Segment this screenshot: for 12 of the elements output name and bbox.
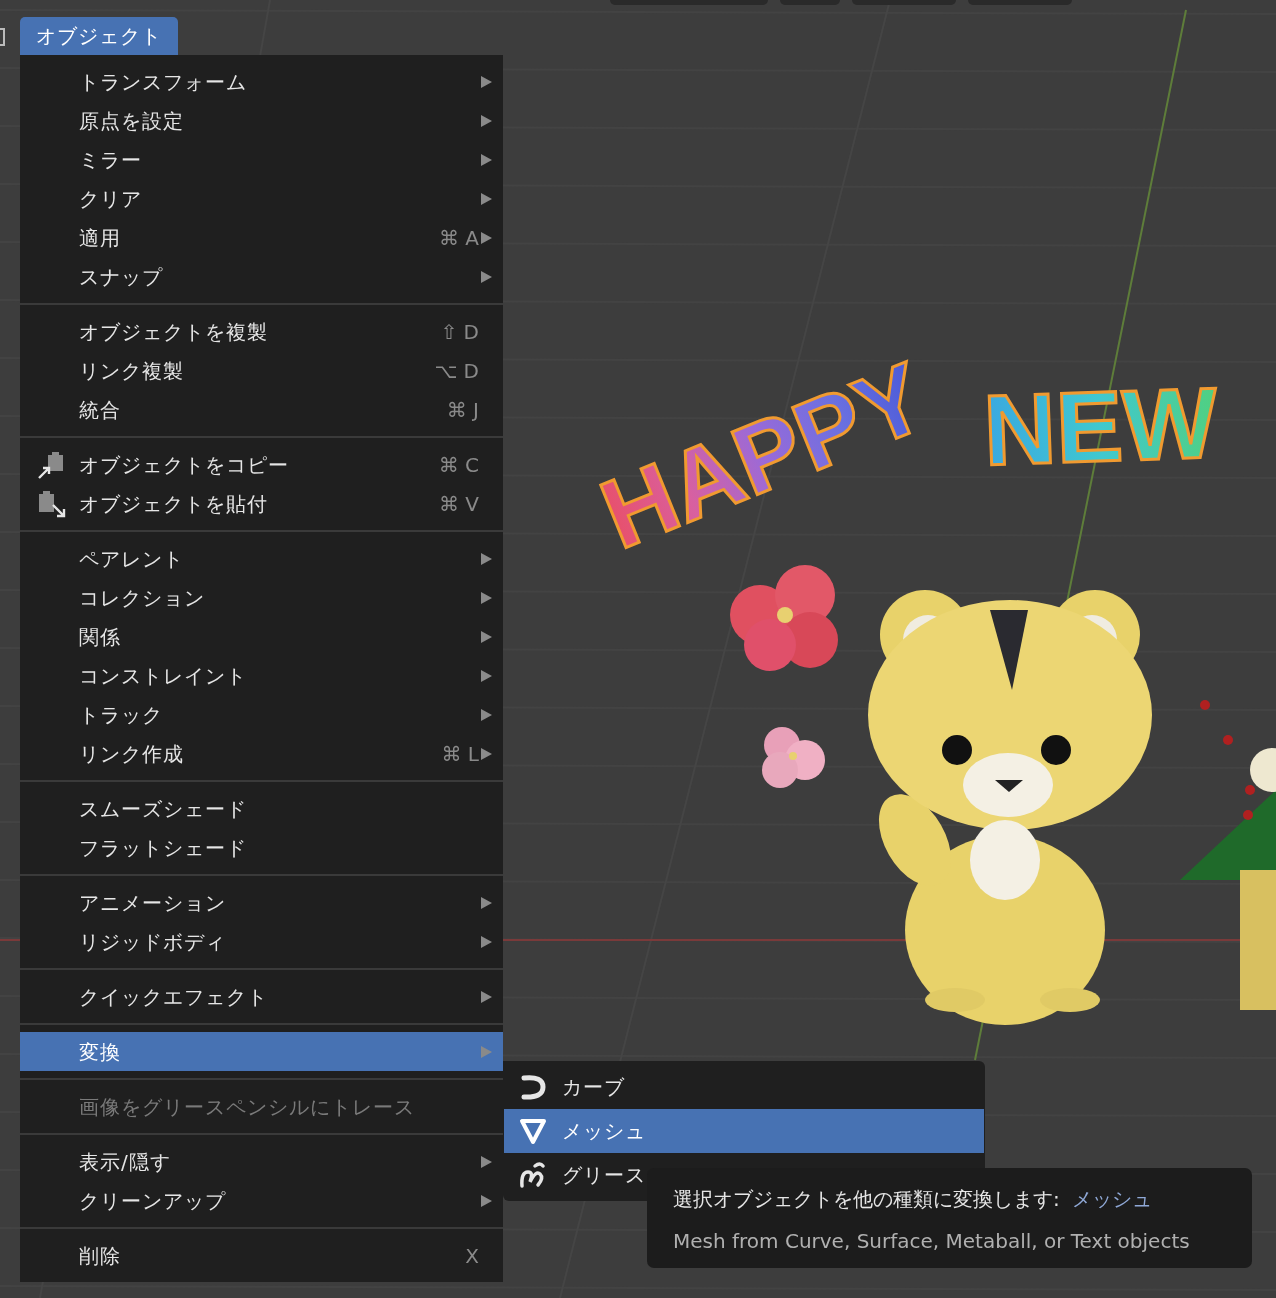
shortcut-label: ⇧ D (440, 318, 479, 346)
shortcut-label: ⌘ V (438, 490, 479, 518)
tooltip-value: メッシュ (1071, 1186, 1152, 1213)
shortcut-label: X (465, 1242, 479, 1270)
shortcut-label: ⌥ D (434, 357, 479, 385)
shortcut-label: ⌘ L (441, 740, 479, 768)
shortcut-label: ⌘ C (438, 451, 479, 479)
tooltip-description: Mesh from Curve, Surface, Metaball, or Text objects (673, 1228, 1191, 1255)
scene-text: NEW (981, 365, 1219, 486)
shortcut-label: ⌘ J (446, 396, 479, 424)
tooltip-text: 選択オブジェクトを他の種類に変換します: (673, 1186, 1060, 1213)
shortcut-label: ⌘ A (438, 224, 479, 252)
